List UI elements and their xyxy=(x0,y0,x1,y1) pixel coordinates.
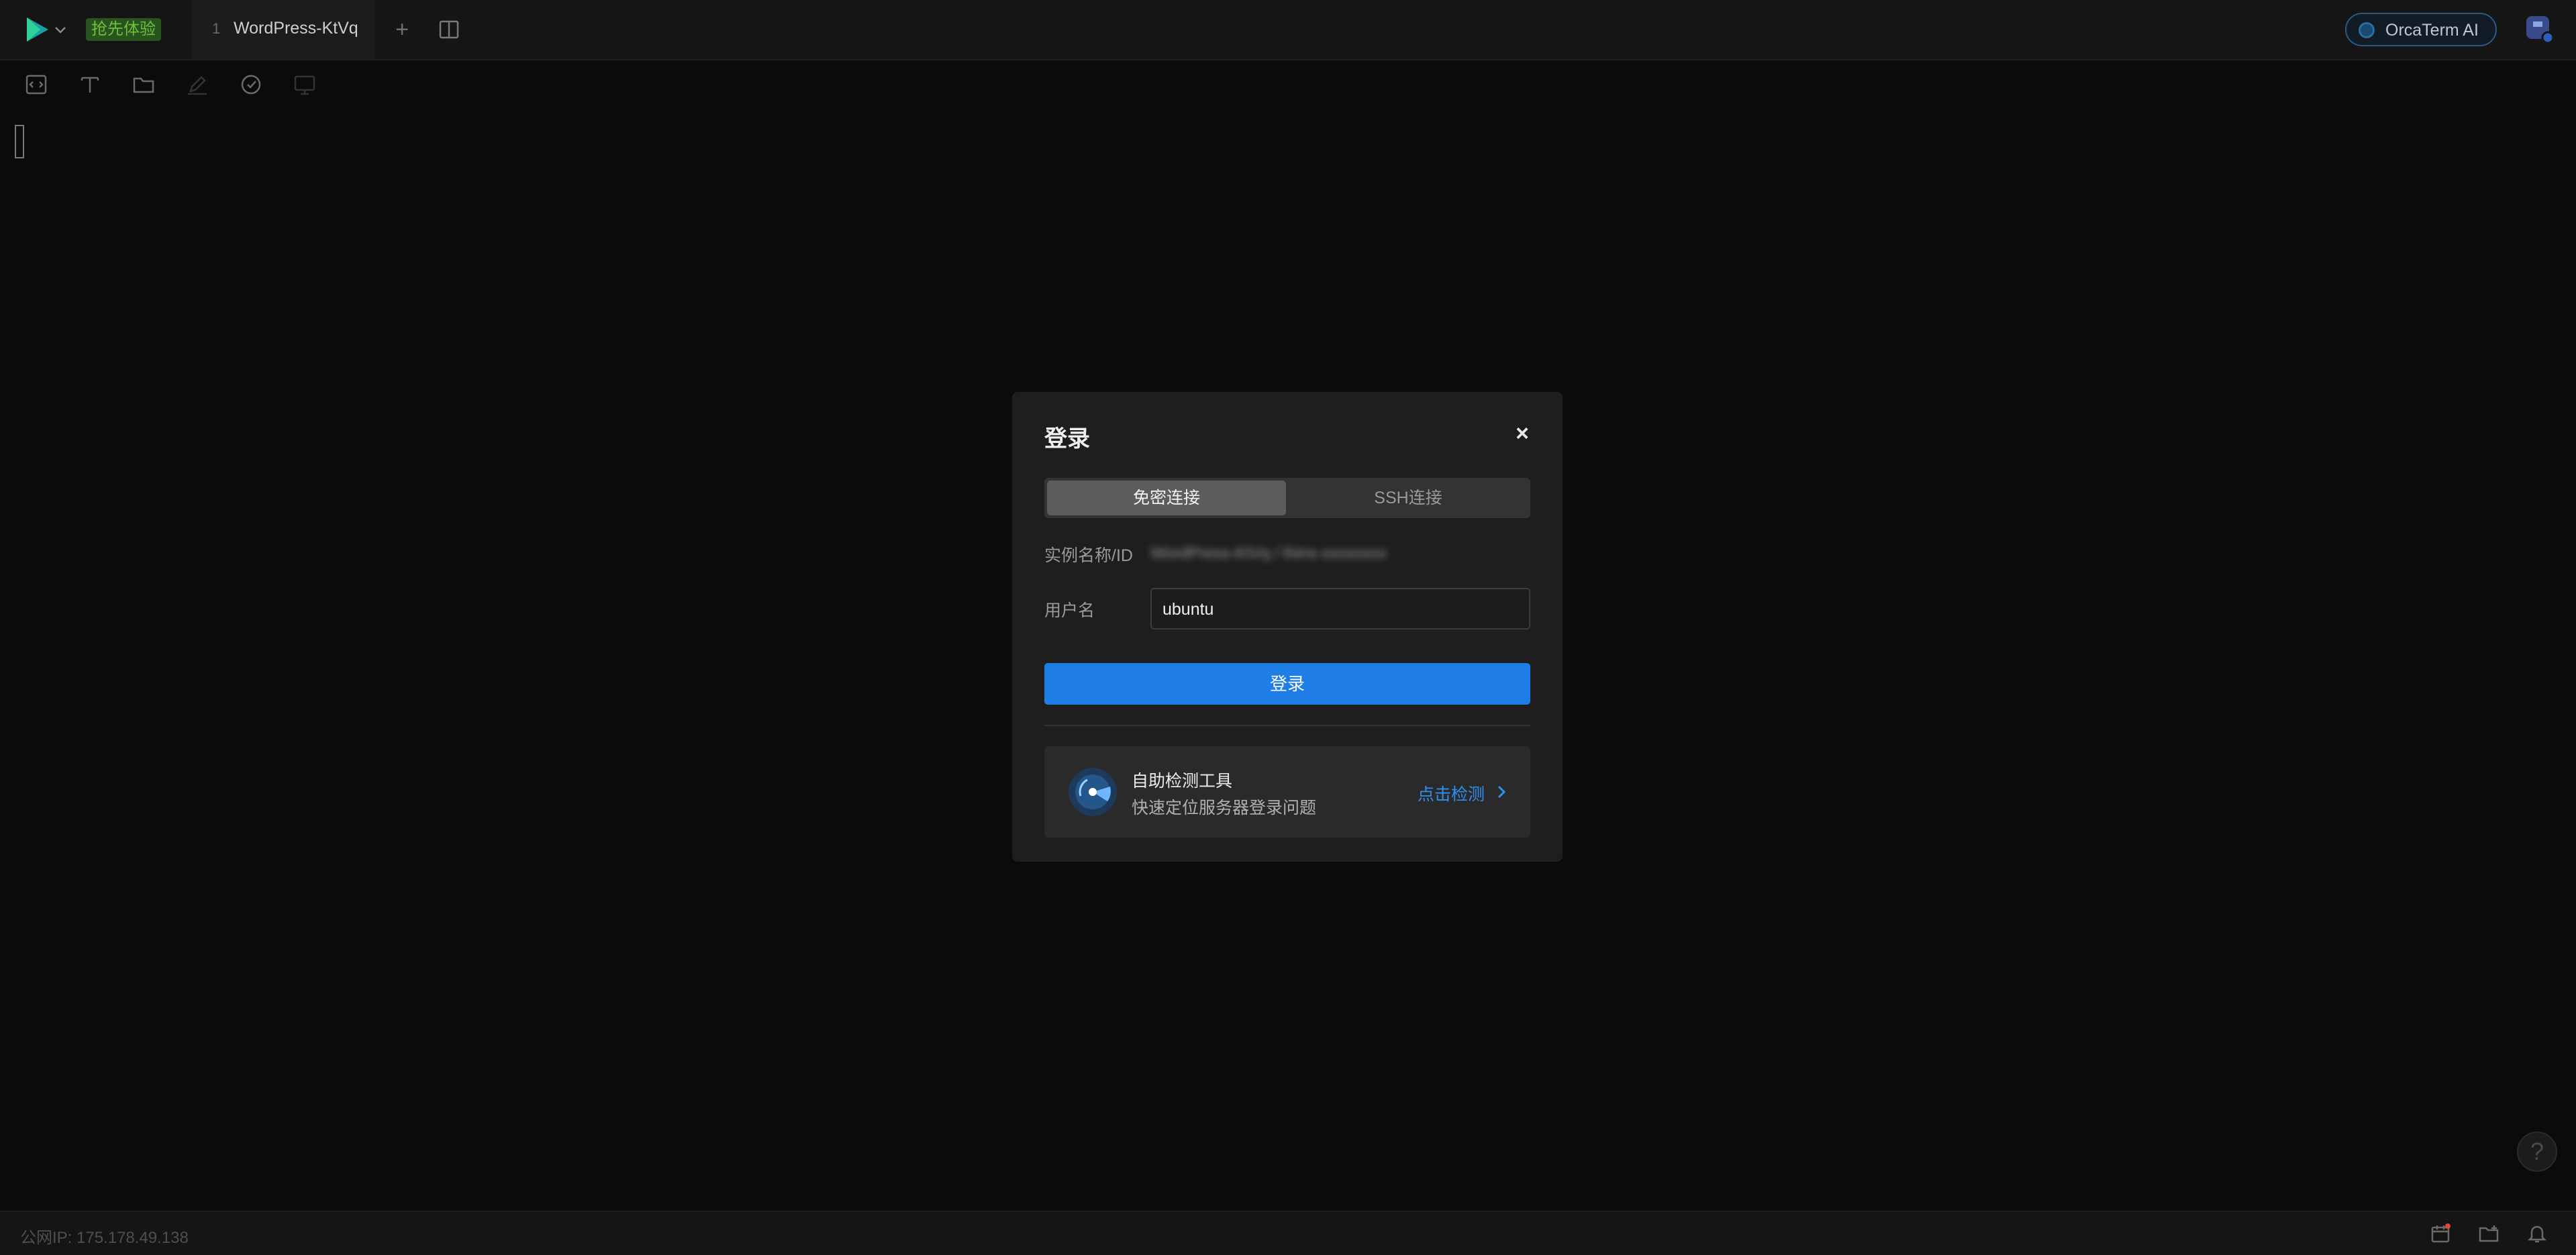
bell-icon[interactable] xyxy=(2526,1223,2548,1244)
username-label: 用户名 xyxy=(1044,601,1095,620)
split-view-icon[interactable] xyxy=(439,20,459,39)
login-button[interactable]: 登录 xyxy=(1044,663,1530,705)
chevron-down-icon[interactable] xyxy=(54,23,67,36)
tab-passwordless[interactable]: 免密连接 xyxy=(1047,481,1286,515)
connection-type-tabs: 免密连接 SSH连接 xyxy=(1044,478,1530,518)
self-check-title: 自助检测工具 xyxy=(1132,772,1233,791)
text-icon[interactable] xyxy=(78,72,102,97)
chevron-right-icon[interactable] xyxy=(1495,784,1507,800)
trial-badge: 抢先体验 xyxy=(86,18,161,41)
calendar-icon[interactable] xyxy=(2430,1223,2451,1244)
logo-icon[interactable] xyxy=(23,15,52,44)
divider xyxy=(1044,725,1530,726)
tab-title: WordPress-KtVq xyxy=(234,19,358,38)
instance-value: WordPress-KtVq / lhins-xxxxxxxx xyxy=(1150,544,1387,562)
avatar-icon[interactable] xyxy=(2524,13,2555,44)
terminal-cursor[interactable] xyxy=(15,125,24,158)
add-tab-button[interactable]: + xyxy=(392,17,412,42)
self-check-link[interactable]: 点击检测 xyxy=(1418,781,1485,805)
tab-wordpress[interactable]: 1 WordPress-KtVq xyxy=(192,0,375,59)
check-circle-icon[interactable] xyxy=(239,72,263,97)
radar-icon xyxy=(1069,768,1117,816)
username-input[interactable]: ubuntu xyxy=(1150,588,1530,630)
public-ip: 公网IP: 175.178.49.138 xyxy=(20,1229,189,1247)
edit-icon xyxy=(188,76,207,95)
ai-icon xyxy=(2359,22,2375,38)
top-bar: 抢先体验 1 WordPress-KtVq + OrcaTerm AI xyxy=(0,0,2576,60)
monitor-icon xyxy=(294,75,315,95)
folder-add-icon[interactable] xyxy=(2478,1223,2499,1244)
status-bar: 公网IP: 175.178.49.138 xyxy=(0,1211,2576,1255)
login-dialog: 登录 × 免密连接 SSH连接 实例名称/ID WordPress-KtVq /… xyxy=(1012,392,1563,862)
self-check-card: 自助检测工具 快速定位服务器登录问题 点击检测 xyxy=(1044,746,1530,838)
instance-label: 实例名称/ID xyxy=(1044,546,1133,565)
self-check-subtitle: 快速定位服务器登录问题 xyxy=(1132,799,1317,817)
tab-index: 1 xyxy=(212,20,221,37)
code-icon[interactable] xyxy=(24,72,48,97)
folder-icon[interactable] xyxy=(132,72,156,97)
close-icon[interactable]: × xyxy=(1509,420,1536,447)
username-value: ubuntu xyxy=(1162,600,1214,619)
terminal-toolbar xyxy=(0,60,2576,114)
help-icon[interactable]: ? xyxy=(2517,1132,2557,1172)
tab-ssh[interactable]: SSH连接 xyxy=(1289,481,1528,515)
orcaterm-ai-button[interactable]: OrcaTerm AI xyxy=(2345,13,2497,46)
dialog-title: 登录 xyxy=(1044,426,1090,452)
ai-button-label: OrcaTerm AI xyxy=(2385,21,2479,40)
